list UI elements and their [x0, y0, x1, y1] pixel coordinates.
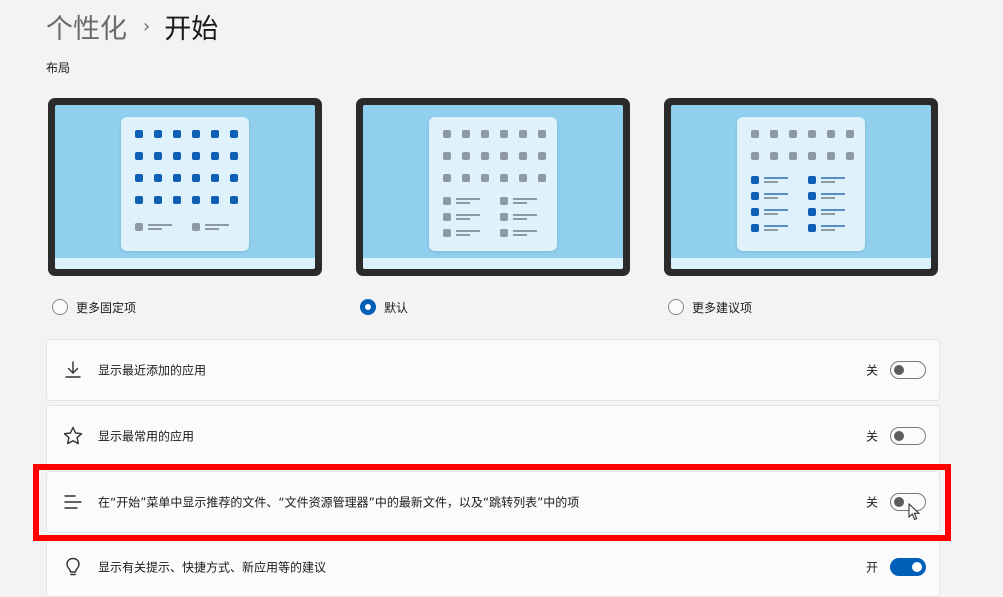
layout-option-label: 更多固定项	[76, 300, 137, 315]
setting-row-tips-suggestions: 显示有关提示、快捷方式、新应用等的建议 开	[46, 537, 940, 597]
page-title: 开始	[164, 13, 219, 45]
recently-added-apps-toggle[interactable]	[890, 361, 926, 379]
star-icon	[62, 425, 84, 447]
toggle-state-text: 关	[866, 363, 879, 378]
tips-suggestions-toggle[interactable]	[890, 558, 926, 576]
setting-row-most-used-apps: 显示最常用的应用 关	[46, 405, 940, 467]
preview-screen	[363, 105, 623, 269]
radio-button[interactable]	[52, 299, 68, 315]
preview-taskbar	[671, 258, 931, 269]
radio-button[interactable]	[668, 299, 684, 315]
toggle-state-text: 关	[866, 429, 879, 444]
preview-taskbar	[55, 258, 315, 269]
layout-preview-more-pins[interactable]	[48, 98, 322, 276]
red-highlight-box	[33, 464, 951, 541]
preview-taskbar	[363, 258, 623, 269]
layout-option-default[interactable]: 默认	[360, 297, 408, 317]
layout-section-label: 布局	[46, 61, 71, 75]
preview-start-menu	[737, 117, 865, 251]
breadcrumb-chevron-icon: ›	[143, 15, 151, 37]
toggle-state-text: 开	[866, 560, 879, 575]
mouse-pointer-icon	[908, 503, 921, 521]
layout-option-label: 更多建议项	[692, 300, 753, 315]
layout-option-more-recommendations[interactable]: 更多建议项	[668, 297, 752, 317]
layout-option-label: 默认	[384, 300, 409, 315]
most-used-apps-toggle[interactable]	[890, 427, 926, 445]
breadcrumb: 个性化 › 开始	[46, 6, 218, 46]
setting-row-recently-added-apps: 显示最近添加的应用 关	[46, 339, 940, 401]
download-icon	[62, 359, 84, 381]
toggle-knob	[912, 562, 922, 572]
radio-button-checked[interactable]	[360, 299, 376, 315]
setting-label: 显示最近添加的应用	[98, 363, 207, 378]
toggle-knob	[894, 431, 904, 441]
lightbulb-icon	[62, 556, 84, 578]
breadcrumb-parent-link[interactable]: 个性化	[46, 7, 127, 46]
preview-screen	[55, 105, 315, 269]
layout-preview-more-recommendations[interactable]	[664, 98, 938, 276]
layout-option-more-pins[interactable]: 更多固定项	[52, 297, 136, 317]
preview-start-menu	[121, 117, 249, 251]
preview-start-menu	[429, 117, 557, 251]
preview-screen	[671, 105, 931, 269]
layout-preview-default[interactable]	[356, 98, 630, 276]
setting-label: 显示有关提示、快捷方式、新应用等的建议	[98, 560, 327, 575]
setting-label: 显示最常用的应用	[98, 429, 195, 444]
toggle-knob	[894, 365, 904, 375]
